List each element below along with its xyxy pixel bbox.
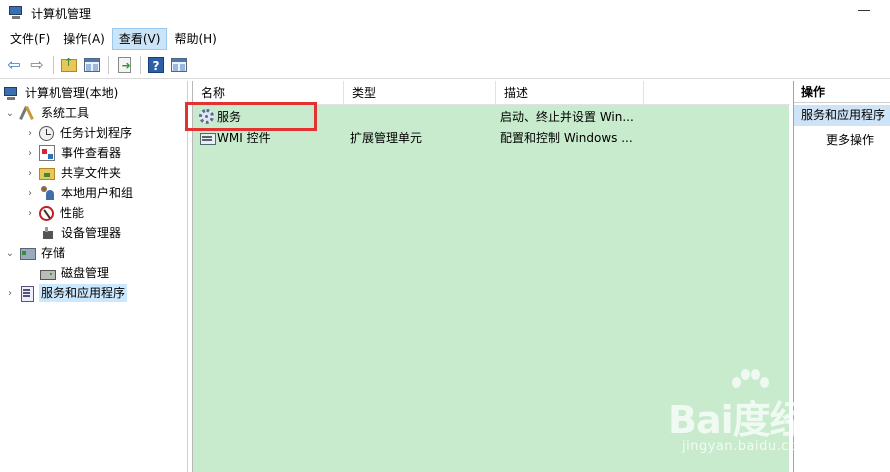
- baidu-jingyan-watermark: Bai度经验 jingyan.baidu.com: [668, 367, 868, 459]
- collapsed-chevron-icon[interactable]: ›: [24, 168, 36, 179]
- tree-item-device-manager[interactable]: 设备管理器: [24, 223, 123, 243]
- menu-action[interactable]: 操作(A): [57, 28, 111, 50]
- expanded-chevron-icon[interactable]: ⌄: [4, 248, 16, 259]
- tools-icon: [19, 105, 35, 121]
- row-description: 配置和控制 Windows ...: [500, 131, 633, 145]
- tree-item-label: 服务和应用程序: [39, 284, 128, 302]
- column-header-description[interactable]: 描述: [496, 81, 644, 105]
- red-highlight-annotation: [185, 102, 317, 131]
- title-bar: 计算机管理: [0, 0, 890, 26]
- export-list-icon: [117, 57, 131, 73]
- row-description: 启动、终止并设置 Win...: [500, 110, 634, 124]
- column-header-type[interactable]: 类型: [344, 81, 496, 105]
- tree-item-label: 磁盘管理: [61, 266, 110, 280]
- tree-item-local-users[interactable]: › 本地用户和组: [24, 183, 135, 203]
- up-one-level-button[interactable]: [59, 55, 79, 75]
- tree-item-performance[interactable]: › 性能: [24, 203, 86, 223]
- row-type: 扩展管理单元: [350, 131, 423, 145]
- watermark-logo: Bai度经验: [668, 398, 845, 442]
- minimize-button[interactable]: [858, 5, 872, 15]
- device-manager-icon: [39, 225, 55, 241]
- computer-icon: [3, 85, 19, 101]
- forward-icon: ⇨: [30, 55, 44, 74]
- tree-item-label: 存储: [41, 246, 66, 260]
- tree-item-disk-management[interactable]: 磁盘管理: [24, 263, 111, 283]
- collapsed-chevron-icon[interactable]: ›: [24, 188, 36, 199]
- tree-item-label: 性能: [60, 206, 85, 220]
- tree-item-storage[interactable]: ⌄ 存储: [4, 243, 67, 263]
- list-row-wmi[interactable]: WMI 控件 扩展管理单元 配置和控制 Windows ...: [193, 128, 790, 148]
- help-button[interactable]: ?: [146, 55, 166, 75]
- back-icon: ⇦: [7, 55, 21, 74]
- actions-header: 操作: [794, 81, 890, 103]
- more-actions-link[interactable]: 更多操作: [826, 131, 874, 149]
- tree-item-label: 设备管理器: [61, 226, 122, 240]
- tree-item-event-viewer[interactable]: › 事件查看器: [24, 143, 123, 163]
- tree-item-label: 共享文件夹: [61, 166, 122, 180]
- show-hide-tree-icon: [84, 58, 100, 72]
- collapsed-chevron-icon[interactable]: ›: [4, 288, 16, 299]
- computer-management-icon: [8, 5, 24, 21]
- collapsed-chevron-icon[interactable]: ›: [24, 128, 36, 139]
- clock-icon: [39, 125, 54, 141]
- users-icon: [39, 185, 55, 201]
- row-name: WMI 控件: [217, 131, 271, 145]
- show-hide-tree-button[interactable]: [82, 55, 102, 75]
- menu-bar: 文件(F) 操作(A) 查看(V) 帮助(H): [0, 27, 890, 51]
- show-hide-action-pane-icon: [171, 58, 187, 72]
- window-title: 计算机管理: [31, 6, 92, 21]
- collapsed-chevron-icon[interactable]: ›: [24, 148, 36, 159]
- disk-icon: [39, 265, 56, 281]
- show-hide-action-pane-button[interactable]: [169, 55, 189, 75]
- performance-icon: [39, 205, 54, 221]
- tree-item-system-tools[interactable]: ⌄ 系统工具: [4, 103, 91, 123]
- tree-root-label: 计算机管理(本地): [25, 86, 119, 100]
- expanded-chevron-icon[interactable]: ⌄: [4, 108, 16, 119]
- export-list-button[interactable]: [114, 55, 134, 75]
- back-button[interactable]: ⇦: [4, 55, 24, 75]
- event-viewer-icon: [39, 145, 55, 161]
- toolbar: ⇦ ⇨ ?: [0, 52, 890, 79]
- tree-item-services-and-applications[interactable]: › 服务和应用程序: [4, 283, 128, 303]
- toolbar-separator: [140, 56, 141, 74]
- actions-section-services-apps[interactable]: 服务和应用程序: [794, 105, 890, 126]
- toolbar-separator: [108, 56, 109, 74]
- tree-root[interactable]: 计算机管理(本地): [3, 83, 120, 103]
- up-folder-icon: [61, 56, 77, 72]
- shared-folder-icon: [39, 168, 55, 180]
- tree-item-label: 事件查看器: [61, 146, 122, 160]
- tree-item-label: 系统工具: [41, 106, 90, 120]
- menu-view[interactable]: 查看(V): [111, 28, 168, 50]
- help-icon: ?: [148, 57, 164, 73]
- forward-button[interactable]: ⇨: [27, 55, 47, 75]
- menu-help[interactable]: 帮助(H): [168, 28, 222, 50]
- tree-item-shared-folders[interactable]: › 共享文件夹: [24, 163, 123, 183]
- console-tree: 计算机管理(本地) ⌄ 系统工具 › 任务计划程序 › 事件查看器 › 共享文件…: [0, 81, 188, 472]
- services-apps-icon: [19, 285, 35, 302]
- tree-item-label: 本地用户和组: [61, 186, 134, 200]
- watermark-url: jingyan.baidu.com: [682, 439, 811, 454]
- toolbar-separator: [53, 56, 54, 74]
- menu-file[interactable]: 文件(F): [4, 28, 56, 50]
- storage-icon: [19, 245, 36, 261]
- tree-item-task-scheduler[interactable]: › 任务计划程序: [24, 123, 134, 143]
- collapsed-chevron-icon[interactable]: ›: [24, 208, 36, 219]
- wmi-icon: [199, 130, 216, 146]
- tree-item-label: 任务计划程序: [60, 126, 133, 140]
